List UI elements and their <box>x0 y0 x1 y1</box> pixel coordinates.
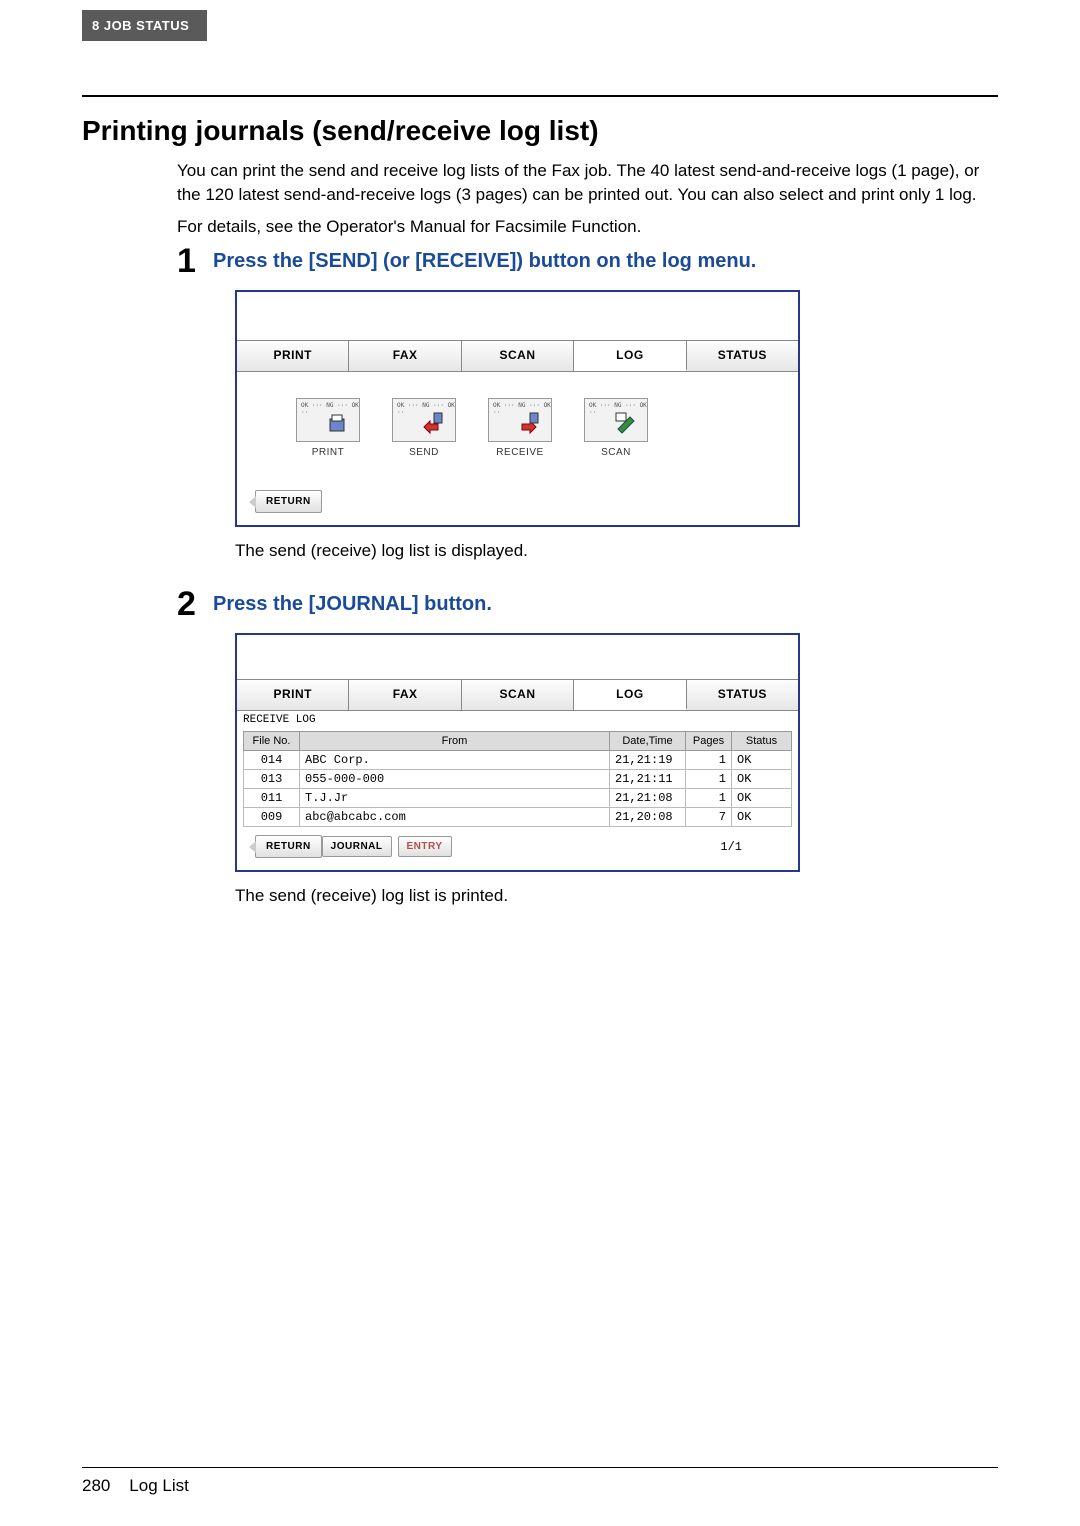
page-number: 280 <box>82 1476 110 1495</box>
step-2: 2 Press the [JOURNAL] button. <box>177 587 998 621</box>
intro-paragraph-1: You can print the send and receive log l… <box>177 159 998 207</box>
log-receive-button[interactable]: OK ··· NG ··· OK ·· RECEIVE <box>481 398 559 458</box>
tab2-scan[interactable]: SCAN <box>462 680 574 710</box>
col-datetime: Date,Time <box>610 732 686 751</box>
step-1-text: Press the [SEND] (or [RECEIVE]) button o… <box>213 244 756 273</box>
return-button-2[interactable]: RETURN <box>255 835 322 858</box>
print-log-icon: OK ··· NG ··· OK ·· <box>296 398 360 442</box>
log-scan-button[interactable]: OK ··· NG ··· OK ·· SCAN <box>577 398 655 458</box>
table-row[interactable]: 013 055-000-000 21,21:11 1 OK <box>244 770 792 789</box>
table-row[interactable]: 009 abc@abcabc.com 21,20:08 7 OK <box>244 808 792 827</box>
tab-print[interactable]: PRINT <box>237 341 349 371</box>
table-row[interactable]: 011 T.J.Jr 21,21:08 1 OK <box>244 789 792 808</box>
entry-button[interactable]: ENTRY <box>398 836 452 857</box>
footer-section: Log List <box>129 1476 189 1495</box>
icon-row: OK ··· NG ··· OK ·· PRINT OK ··· NG ··· … <box>237 372 798 484</box>
send-log-icon: OK ··· NG ··· OK ·· <box>392 398 456 442</box>
tab2-log[interactable]: LOG <box>574 680 686 710</box>
print-log-label: PRINT <box>312 447 345 458</box>
pager-indicator: 1/1 <box>720 840 788 854</box>
page-footer: 280 Log List <box>82 1467 998 1496</box>
top-rule <box>82 95 998 97</box>
return-button[interactable]: RETURN <box>255 490 322 513</box>
tab2-fax[interactable]: FAX <box>349 680 461 710</box>
tab-fax[interactable]: FAX <box>349 341 461 371</box>
step-2-text: Press the [JOURNAL] button. <box>213 587 492 616</box>
tab-log[interactable]: LOG <box>574 341 686 371</box>
log-send-button[interactable]: OK ··· NG ··· OK ·· SEND <box>385 398 463 458</box>
receive-log-panel: PRINT FAX SCAN LOG STATUS RECEIVE LOG Fi… <box>235 633 800 872</box>
tab-row: PRINT FAX SCAN LOG STATUS <box>237 340 798 372</box>
log-print-button[interactable]: OK ··· NG ··· OK ·· PRINT <box>289 398 367 458</box>
journal-button[interactable]: JOURNAL <box>322 836 392 857</box>
step-1: 1 Press the [SEND] (or [RECEIVE]) button… <box>177 244 998 278</box>
step-2-number: 2 <box>177 587 207 621</box>
scan-log-label: SCAN <box>601 447 631 458</box>
step-1-number: 1 <box>177 244 207 278</box>
table-row[interactable]: 014 ABC Corp. 21,21:19 1 OK <box>244 751 792 770</box>
col-fileno[interactable]: File No. <box>244 732 300 751</box>
col-status: Status <box>732 732 792 751</box>
intro-paragraph-2: For details, see the Operator's Manual f… <box>177 215 998 239</box>
receive-log-icon: OK ··· NG ··· OK ·· <box>488 398 552 442</box>
tab-row-2: PRINT FAX SCAN LOG STATUS <box>237 679 798 711</box>
tab2-status[interactable]: STATUS <box>687 680 798 710</box>
chapter-header-tab: 8 JOB STATUS <box>82 10 207 41</box>
scan-log-icon: OK ··· NG ··· OK ·· <box>584 398 648 442</box>
col-pages: Pages <box>686 732 732 751</box>
receive-log-label: RECEIVE <box>496 447 543 458</box>
step-1-caption: The send (receive) log list is displayed… <box>235 541 998 561</box>
page-title: Printing journals (send/receive log list… <box>82 115 998 147</box>
receive-log-table: File No. From Date,Time Pages Status 014… <box>243 731 792 827</box>
send-log-label: SEND <box>409 447 439 458</box>
tab-scan[interactable]: SCAN <box>462 341 574 371</box>
col-from: From <box>300 732 610 751</box>
step-2-caption: The send (receive) log list is printed. <box>235 886 998 906</box>
receive-log-sublabel: RECEIVE LOG <box>237 711 798 729</box>
log-menu-panel: PRINT FAX SCAN LOG STATUS OK ··· NG ··· … <box>235 290 800 527</box>
tab2-print[interactable]: PRINT <box>237 680 349 710</box>
footer-rule <box>82 1467 998 1468</box>
tab-status[interactable]: STATUS <box>687 341 798 371</box>
